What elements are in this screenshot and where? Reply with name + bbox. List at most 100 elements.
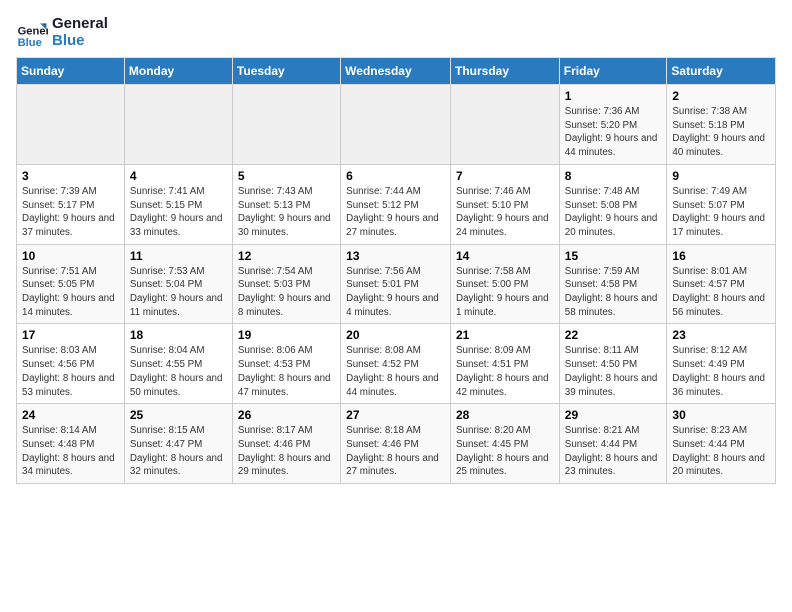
calendar-day: 29Sunrise: 8:21 AM Sunset: 4:44 PM Dayli… [559, 404, 667, 484]
day-info: Sunrise: 7:46 AM Sunset: 5:10 PM Dayligh… [456, 185, 554, 240]
weekday-header: Friday [559, 58, 667, 85]
day-info: Sunrise: 7:44 AM Sunset: 5:12 PM Dayligh… [346, 185, 445, 240]
day-number: 11 [130, 249, 227, 263]
calendar-day: 9 Sunrise: 7:49 AM Sunset: 5:07 PM Daylig… [667, 164, 776, 244]
day-info: Sunrise: 7:58 AM Sunset: 5:00 PM Dayligh… [456, 265, 554, 320]
logo-blue: Blue [52, 33, 108, 50]
weekday-header: Thursday [451, 58, 560, 85]
calendar-day: 5 Sunrise: 7:43 AM Sunset: 5:13 PM Daylig… [232, 164, 340, 244]
calendar-day: 24 Sunrise: 8:14 AM Sunset: 4:48 PM Dayli… [17, 404, 125, 484]
day-info: Sunrise: 7:39 AM Sunset: 5:17 PM Dayligh… [22, 185, 119, 240]
calendar-week: 24 Sunrise: 8:14 AM Sunset: 4:48 PM Dayli… [17, 404, 776, 484]
logo-general: General [52, 16, 108, 33]
logo: General Blue General Blue [16, 16, 108, 49]
calendar-week: 3 Sunrise: 7:39 AM Sunset: 5:17 PM Daylig… [17, 164, 776, 244]
calendar-day: 27 Sunrise: 8:18 AM Sunset: 4:46 PM Dayli… [341, 404, 451, 484]
calendar-day: 4 Sunrise: 7:41 AM Sunset: 5:15 PM Daylig… [124, 164, 232, 244]
day-info: Sunrise: 8:17 AM Sunset: 4:46 PM Dayligh… [238, 424, 335, 479]
weekday-header: Saturday [667, 58, 776, 85]
day-number: 13 [346, 249, 445, 263]
page-header: General Blue General Blue [16, 16, 776, 49]
day-info: Sunrise: 7:54 AM Sunset: 5:03 PM Dayligh… [238, 265, 335, 320]
calendar-table: SundayMondayTuesdayWednesdayThursdayFrid… [16, 57, 776, 484]
day-info: Sunrise: 8:18 AM Sunset: 4:46 PM Dayligh… [346, 424, 445, 479]
day-number: 6 [346, 169, 445, 183]
calendar-day: 21Sunrise: 8:09 AM Sunset: 4:51 PM Dayli… [451, 324, 560, 404]
day-info: Sunrise: 8:23 AM Sunset: 4:44 PM Dayligh… [672, 424, 770, 479]
calendar-day: 28Sunrise: 8:20 AM Sunset: 4:45 PM Dayli… [451, 404, 560, 484]
calendar-day: 12 Sunrise: 7:54 AM Sunset: 5:03 PM Dayli… [232, 244, 340, 324]
calendar-day: 3 Sunrise: 7:39 AM Sunset: 5:17 PM Daylig… [17, 164, 125, 244]
day-number: 23 [672, 328, 770, 342]
day-info: Sunrise: 8:08 AM Sunset: 4:52 PM Dayligh… [346, 344, 445, 399]
day-info: Sunrise: 8:11 AM Sunset: 4:50 PM Dayligh… [565, 344, 662, 399]
day-info: Sunrise: 8:20 AM Sunset: 4:45 PM Dayligh… [456, 424, 554, 479]
calendar-day: 16 Sunrise: 8:01 AM Sunset: 4:57 PM Dayli… [667, 244, 776, 324]
calendar-day: 18 Sunrise: 8:04 AM Sunset: 4:55 PM Dayli… [124, 324, 232, 404]
day-number: 26 [238, 408, 335, 422]
day-number: 16 [672, 249, 770, 263]
weekday-header: Monday [124, 58, 232, 85]
calendar-day: 25 Sunrise: 8:15 AM Sunset: 4:47 PM Dayli… [124, 404, 232, 484]
calendar-day: 22 Sunrise: 8:11 AM Sunset: 4:50 PM Dayli… [559, 324, 667, 404]
calendar-day: 14Sunrise: 7:58 AM Sunset: 5:00 PM Dayli… [451, 244, 560, 324]
calendar-day: 19 Sunrise: 8:06 AM Sunset: 4:53 PM Dayli… [232, 324, 340, 404]
calendar-day [232, 85, 340, 165]
day-info: Sunrise: 8:09 AM Sunset: 4:51 PM Dayligh… [456, 344, 554, 399]
day-number: 18 [130, 328, 227, 342]
calendar-header: SundayMondayTuesdayWednesdayThursdayFrid… [17, 58, 776, 85]
calendar-day: 15Sunrise: 7:59 AM Sunset: 4:58 PM Dayli… [559, 244, 667, 324]
calendar-day: 13Sunrise: 7:56 AM Sunset: 5:01 PM Dayli… [341, 244, 451, 324]
calendar-day: 26 Sunrise: 8:17 AM Sunset: 4:46 PM Dayli… [232, 404, 340, 484]
calendar-day [341, 85, 451, 165]
day-number: 15 [565, 249, 662, 263]
day-info: Sunrise: 7:38 AM Sunset: 5:18 PM Dayligh… [672, 105, 770, 160]
day-number: 17 [22, 328, 119, 342]
day-number: 25 [130, 408, 227, 422]
calendar-week: 1Sunrise: 7:36 AM Sunset: 5:20 PM Daylig… [17, 85, 776, 165]
day-number: 4 [130, 169, 227, 183]
weekday-header: Sunday [17, 58, 125, 85]
day-number: 3 [22, 169, 119, 183]
calendar-day: 7 Sunrise: 7:46 AM Sunset: 5:10 PM Daylig… [451, 164, 560, 244]
day-number: 7 [456, 169, 554, 183]
day-info: Sunrise: 7:41 AM Sunset: 5:15 PM Dayligh… [130, 185, 227, 240]
calendar-day [451, 85, 560, 165]
day-info: Sunrise: 8:21 AM Sunset: 4:44 PM Dayligh… [565, 424, 662, 479]
calendar-day: 1Sunrise: 7:36 AM Sunset: 5:20 PM Daylig… [559, 85, 667, 165]
day-info: Sunrise: 7:51 AM Sunset: 5:05 PM Dayligh… [22, 265, 119, 320]
day-info: Sunrise: 8:03 AM Sunset: 4:56 PM Dayligh… [22, 344, 119, 399]
day-number: 27 [346, 408, 445, 422]
day-number: 5 [238, 169, 335, 183]
day-info: Sunrise: 8:04 AM Sunset: 4:55 PM Dayligh… [130, 344, 227, 399]
day-number: 22 [565, 328, 662, 342]
day-info: Sunrise: 7:43 AM Sunset: 5:13 PM Dayligh… [238, 185, 335, 240]
calendar-day: 6 Sunrise: 7:44 AM Sunset: 5:12 PM Daylig… [341, 164, 451, 244]
day-info: Sunrise: 8:01 AM Sunset: 4:57 PM Dayligh… [672, 265, 770, 320]
calendar-day: 30 Sunrise: 8:23 AM Sunset: 4:44 PM Dayli… [667, 404, 776, 484]
day-info: Sunrise: 8:15 AM Sunset: 4:47 PM Dayligh… [130, 424, 227, 479]
calendar-day: 11Sunrise: 7:53 AM Sunset: 5:04 PM Dayli… [124, 244, 232, 324]
calendar-day: 8Sunrise: 7:48 AM Sunset: 5:08 PM Daylig… [559, 164, 667, 244]
day-number: 2 [672, 89, 770, 103]
day-info: Sunrise: 8:14 AM Sunset: 4:48 PM Dayligh… [22, 424, 119, 479]
day-number: 24 [22, 408, 119, 422]
day-number: 12 [238, 249, 335, 263]
day-info: Sunrise: 8:06 AM Sunset: 4:53 PM Dayligh… [238, 344, 335, 399]
calendar-day: 10 Sunrise: 7:51 AM Sunset: 5:05 PM Dayli… [17, 244, 125, 324]
day-number: 19 [238, 328, 335, 342]
calendar-day: 23Sunrise: 8:12 AM Sunset: 4:49 PM Dayli… [667, 324, 776, 404]
calendar-day [17, 85, 125, 165]
day-info: Sunrise: 7:36 AM Sunset: 5:20 PM Dayligh… [565, 105, 662, 160]
weekday-header: Wednesday [341, 58, 451, 85]
calendar-body: 1Sunrise: 7:36 AM Sunset: 5:20 PM Daylig… [17, 85, 776, 484]
weekday-header: Tuesday [232, 58, 340, 85]
day-number: 9 [672, 169, 770, 183]
day-number: 8 [565, 169, 662, 183]
svg-text:General: General [18, 25, 48, 37]
calendar-day [124, 85, 232, 165]
day-info: Sunrise: 7:49 AM Sunset: 5:07 PM Dayligh… [672, 185, 770, 240]
day-number: 30 [672, 408, 770, 422]
day-number: 10 [22, 249, 119, 263]
svg-text:Blue: Blue [18, 36, 42, 48]
